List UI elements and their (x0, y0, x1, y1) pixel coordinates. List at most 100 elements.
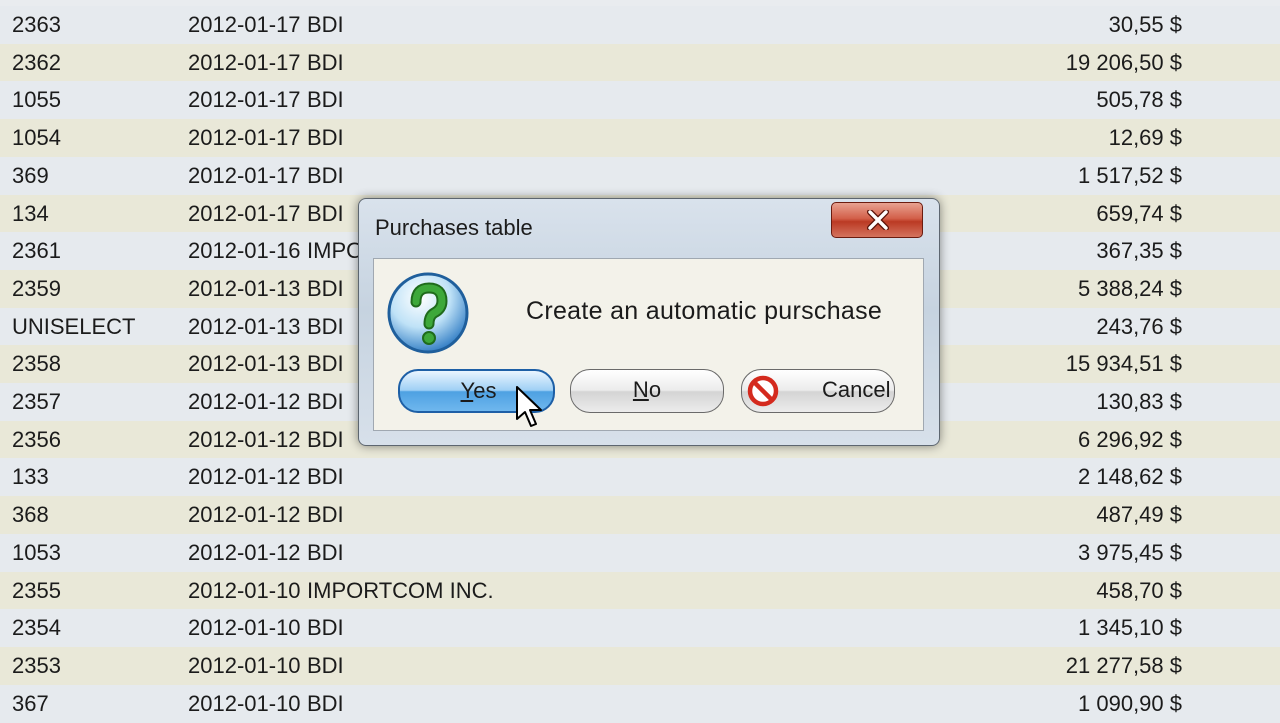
row-amount-cell: 367,35 $ (1096, 238, 1182, 264)
row-amount-cell: 1 090,90 $ (1078, 690, 1182, 716)
row-amount-cell: 1 345,10 $ (1078, 615, 1182, 641)
mouse-cursor-icon (516, 386, 542, 427)
row-amount-cell: 6 296,92 $ (1078, 426, 1182, 452)
row-date-cell: 2012-01-16 (188, 238, 301, 264)
row-date-cell: 2012-01-12 (188, 502, 301, 528)
row-id-cell: 369 (12, 162, 49, 188)
table-row[interactable]: 2363 2012-01-17 BDI 30,55 $ (0, 6, 1280, 44)
no-button[interactable]: No (570, 369, 724, 413)
row-supplier-cell: BDI (307, 125, 344, 151)
row-date-cell: 2012-01-17 (188, 162, 301, 188)
table-row[interactable]: 1055 2012-01-17 BDI 505,78 $ (0, 81, 1280, 120)
row-amount-cell: 12,69 $ (1108, 125, 1182, 151)
row-date-cell: 2012-01-12 (188, 426, 301, 452)
row-id-cell: 1053 (12, 539, 61, 565)
row-amount-cell: 243,76 $ (1096, 313, 1182, 339)
row-id-cell: 367 (12, 690, 49, 716)
row-id-cell: 2359 (12, 275, 61, 301)
row-amount-cell: 659,74 $ (1096, 200, 1182, 226)
row-amount-cell: 15 934,51 $ (1065, 351, 1182, 377)
table-row[interactable]: 2355 2012-01-10 IMPORTCOM INC. 458,70 $ (0, 571, 1280, 610)
row-date-cell: 2012-01-10 (188, 652, 301, 678)
row-id-cell: 2353 (12, 652, 61, 678)
row-amount-cell: 505,78 $ (1096, 87, 1182, 113)
row-id-cell: 2362 (12, 49, 61, 75)
row-date-cell: 2012-01-17 (188, 200, 301, 226)
row-supplier-cell: BDI (307, 389, 344, 414)
table-row[interactable]: 2362 2012-01-17 BDI 19 206,50 $ (0, 43, 1280, 82)
table-row[interactable]: 369 2012-01-17 BDI 1 517,52 $ (0, 156, 1280, 195)
row-date-cell: 2012-01-12 (188, 464, 301, 490)
row-supplier-cell: BDI (307, 502, 344, 528)
row-id-cell: 2355 (12, 577, 61, 603)
row-supplier-cell: BDI (307, 12, 344, 37)
row-id-cell: 2361 (12, 238, 61, 264)
cancel-button[interactable]: Cancel (741, 369, 895, 413)
row-amount-cell: 19 206,50 $ (1065, 49, 1182, 75)
row-supplier-cell: BDI (307, 162, 344, 188)
row-id-cell: 2358 (12, 351, 61, 377)
row-id-cell: 2363 (12, 12, 61, 37)
no-label: No (632, 377, 662, 402)
row-id-cell: 2357 (12, 389, 61, 414)
row-amount-cell: 487,49 $ (1096, 502, 1182, 528)
dialog-title: Purchases table (375, 215, 533, 240)
table-row[interactable]: 2353 2012-01-10 BDI 21 277,58 $ (0, 646, 1280, 685)
row-date-cell: 2012-01-12 (188, 389, 301, 414)
row-supplier-cell: BDI (307, 49, 344, 75)
row-supplier-cell: BDI (307, 690, 344, 716)
row-id-cell: 1055 (12, 87, 61, 113)
table-row[interactable]: 1053 2012-01-12 BDI 3 975,45 $ (0, 533, 1280, 572)
row-date-cell: 2012-01-17 (188, 49, 301, 75)
row-date-cell: 2012-01-13 (188, 351, 301, 377)
row-amount-cell: 458,70 $ (1096, 577, 1182, 603)
dialog-message: Create an automatic purschase (526, 297, 883, 325)
row-date-cell: 2012-01-10 (188, 577, 301, 603)
purchases-dialog: Purchases table Create an automatic purs… (358, 198, 940, 446)
row-supplier-cell: IMPORTCOM INC. (307, 577, 494, 603)
table-row[interactable]: 133 2012-01-12 BDI 2 148,62 $ (0, 458, 1280, 497)
row-amount-cell: 30,55 $ (1108, 12, 1182, 37)
row-date-cell: 2012-01-10 (188, 690, 301, 716)
table-row[interactable]: 1054 2012-01-17 BDI 12,69 $ (0, 119, 1280, 158)
row-id-cell: 2356 (12, 426, 61, 452)
row-supplier-cell: BDI (307, 200, 344, 226)
no-entry-icon (747, 375, 779, 407)
row-date-cell: 2012-01-13 (188, 313, 301, 339)
row-amount-cell: 3 975,45 $ (1078, 539, 1182, 565)
row-supplier-cell: BDI (307, 313, 344, 339)
row-date-cell: 2012-01-17 (188, 125, 301, 151)
close-icon (867, 210, 889, 230)
row-date-cell: 2012-01-13 (188, 275, 301, 301)
row-id-cell: UNISELECT (12, 313, 136, 339)
table-row[interactable]: 2354 2012-01-10 BDI 1 345,10 $ (0, 609, 1280, 648)
row-id-cell: 133 (12, 464, 49, 490)
row-date-cell: 2012-01-12 (188, 539, 301, 565)
row-amount-cell: 5 388,24 $ (1078, 275, 1182, 301)
row-supplier-cell: BDI (307, 275, 344, 301)
row-supplier-cell: BDI (307, 87, 344, 113)
row-supplier-cell: BDI (307, 539, 344, 565)
table-row[interactable]: 367 2012-01-10 BDI 1 090,90 $ (0, 684, 1280, 723)
cancel-label: Cancel (822, 377, 891, 402)
row-supplier-cell: BDI (307, 351, 344, 377)
row-supplier-cell: BDI (307, 615, 344, 641)
question-icon (387, 272, 469, 354)
close-button[interactable] (831, 202, 923, 238)
row-amount-cell: 2 148,62 $ (1078, 464, 1182, 490)
row-id-cell: 1054 (12, 125, 61, 151)
row-supplier-cell: BDI (307, 652, 344, 678)
row-date-cell: 2012-01-17 (188, 87, 301, 113)
row-supplier-cell: BDI (307, 426, 344, 452)
row-date-cell: 2012-01-17 (188, 12, 301, 37)
row-supplier-cell: BDI (307, 464, 344, 490)
row-date-cell: 2012-01-10 (188, 615, 301, 641)
row-amount-cell: 21 277,58 $ (1065, 652, 1182, 678)
table-row[interactable]: 368 2012-01-12 BDI 487,49 $ (0, 496, 1280, 535)
dialog-body: Create an automatic purschase Yes No Can… (373, 258, 924, 431)
row-id-cell: 368 (12, 502, 49, 528)
row-amount-cell: 130,83 $ (1096, 389, 1182, 414)
row-id-cell: 2354 (12, 615, 61, 641)
row-id-cell: 134 (12, 200, 49, 226)
row-amount-cell: 1 517,52 $ (1078, 162, 1182, 188)
